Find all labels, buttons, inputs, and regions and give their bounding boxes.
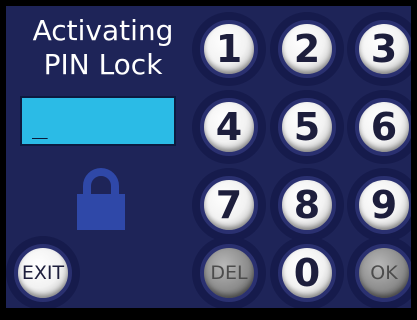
pin-lock-screen: Activating PIN Lock _ 1 2 3 4 5 6 7 8 9 … xyxy=(6,6,411,308)
keypad-3-button[interactable]: 3 xyxy=(355,20,411,78)
keypad-4-label: 4 xyxy=(215,105,243,149)
keypad-8-label: 8 xyxy=(293,183,321,227)
pin-input-value: _ xyxy=(32,110,48,140)
padlock-icon xyxy=(77,168,125,230)
keypad-5-label: 5 xyxy=(293,105,321,149)
keypad-7-button[interactable]: 7 xyxy=(200,176,258,234)
keypad-1-label: 1 xyxy=(215,27,243,71)
ok-button-label: OK xyxy=(370,261,398,284)
keypad-1-button[interactable]: 1 xyxy=(200,20,258,78)
title-line-1: Activating xyxy=(32,14,174,47)
keypad-8-button[interactable]: 8 xyxy=(278,176,336,234)
keypad-3-label: 3 xyxy=(370,27,398,71)
keypad-4-button[interactable]: 4 xyxy=(200,98,258,156)
keypad-6-button[interactable]: 6 xyxy=(355,98,411,156)
keypad-0-label: 0 xyxy=(293,251,321,295)
exit-button-label: EXIT xyxy=(21,261,65,284)
keypad-2-label: 2 xyxy=(293,27,321,71)
delete-button[interactable]: DEL xyxy=(200,244,258,302)
keypad-9-button[interactable]: 9 xyxy=(355,176,411,234)
keypad-7-label: 7 xyxy=(215,183,243,227)
page-title: Activating PIN Lock xyxy=(16,14,190,82)
exit-button[interactable]: EXIT xyxy=(14,244,72,302)
keypad-2-button[interactable]: 2 xyxy=(278,20,336,78)
keypad-9-label: 9 xyxy=(370,183,398,227)
title-line-2: PIN Lock xyxy=(43,48,163,81)
keypad-0-button[interactable]: 0 xyxy=(278,244,336,302)
delete-button-label: DEL xyxy=(210,261,248,284)
pin-input-display: _ xyxy=(20,96,176,146)
keypad-5-button[interactable]: 5 xyxy=(278,98,336,156)
keypad-6-label: 6 xyxy=(370,105,398,149)
ok-button[interactable]: OK xyxy=(355,244,411,302)
